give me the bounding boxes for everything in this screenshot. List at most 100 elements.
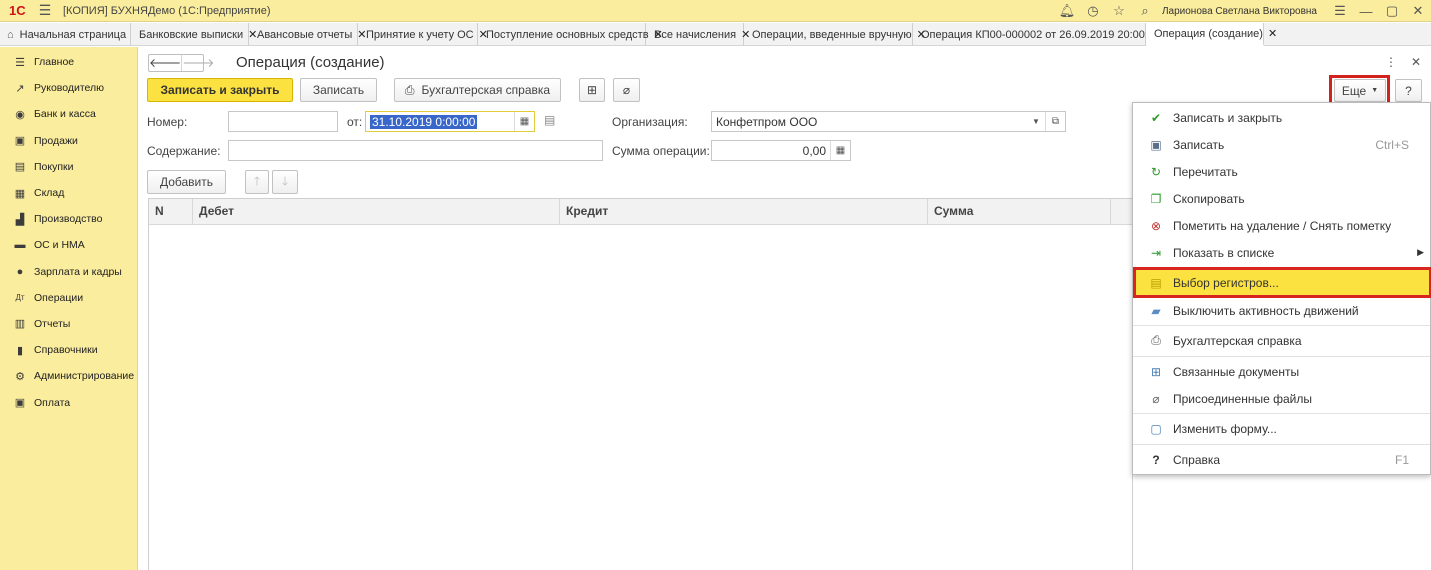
- entries-table: N Дебет Кредит Сумма: [148, 198, 1133, 570]
- sidebar-item-sales[interactable]: ▣ Продажи: [0, 128, 137, 154]
- sidebar-item-manager[interactable]: ↗ Руководителю: [0, 75, 137, 101]
- tab-all-accruals[interactable]: Все начисления ✕: [646, 23, 750, 46]
- save-button[interactable]: Записать: [300, 78, 377, 102]
- menu-divider: [1133, 413, 1430, 414]
- history-icon[interactable]: ◷: [1080, 3, 1106, 19]
- payment-icon: ▣: [14, 397, 26, 410]
- calendar-icon[interactable]: ▦: [514, 112, 534, 131]
- column-debit[interactable]: Дебет: [193, 199, 560, 224]
- list-icon: ☰: [15, 56, 25, 69]
- menu-item-help[interactable]: ? Справка F1: [1133, 446, 1430, 473]
- date-field[interactable]: 31.10.2019 0:00:00 ▦: [365, 111, 535, 132]
- structure-button[interactable]: ⊞: [579, 78, 605, 102]
- arrow-up-icon: 🡑: [253, 173, 261, 188]
- more-vertical-icon[interactable]: ⋮: [1385, 55, 1397, 69]
- settings-icon[interactable]: ☰: [1327, 3, 1353, 19]
- save-and-close-button[interactable]: Записать и закрыть: [147, 78, 293, 102]
- minimize-icon[interactable]: —: [1353, 4, 1379, 19]
- forward-arrow-icon[interactable]: 🡒: [181, 55, 214, 71]
- menu-item-mark-delete[interactable]: ⊗ Пометить на удаление / Снять пометку: [1133, 212, 1430, 239]
- maximize-icon[interactable]: ▢: [1379, 3, 1405, 19]
- add-row-button[interactable]: Добавить: [147, 170, 226, 194]
- number-field[interactable]: [228, 111, 338, 132]
- content-label: Содержание:: [147, 144, 221, 158]
- mark-delete-icon: ⊗: [1150, 218, 1162, 233]
- tab-manual-operations[interactable]: Операции, введенные вручную ✕: [744, 23, 926, 46]
- star-icon[interactable]: ☆: [1106, 3, 1132, 19]
- menu-item-accounting-report[interactable]: ⎙ Бухгалтерская справка: [1133, 327, 1430, 354]
- back-arrow-icon[interactable]: 🡐: [149, 55, 181, 71]
- user-name[interactable]: Ларионова Светлана Викторовна: [1162, 6, 1317, 17]
- arrow-down-icon: 🡓: [281, 173, 289, 188]
- tab-bank-statements[interactable]: Банковские выписки ✕: [131, 23, 257, 46]
- search-icon[interactable]: ⌕: [1132, 3, 1158, 19]
- sidebar-item-operations[interactable]: Дт Операции: [0, 285, 137, 311]
- tab-fixed-asset-receipt[interactable]: Поступление основных средств ✕: [478, 23, 663, 46]
- menu-item-deactivate-movements[interactable]: ▰ Выключить активность движений: [1133, 297, 1430, 324]
- sidebar-item-production[interactable]: ▟ Производство: [0, 206, 137, 232]
- close-icon[interactable]: ✕: [1405, 3, 1431, 19]
- truck-icon: ▬: [14, 239, 26, 252]
- organization-label: Организация:: [612, 115, 688, 129]
- date-label: от:: [347, 115, 363, 129]
- close-form-icon[interactable]: ✕: [1411, 55, 1421, 69]
- attach-files-button[interactable]: ⌀: [613, 78, 640, 102]
- form-settings-icon: ▢: [1150, 421, 1162, 436]
- main-menu-icon[interactable]: ☰: [33, 2, 57, 19]
- open-icon[interactable]: ⧉: [1045, 112, 1065, 131]
- tab-operation-kp00-000002[interactable]: Операция КП00-000002 от 26.09.2019 20:00…: [913, 23, 1174, 46]
- save-icon: ▣: [1150, 137, 1162, 152]
- submenu-arrow-icon: ▶: [1417, 247, 1424, 257]
- content-field[interactable]: [228, 140, 603, 161]
- sidebar-item-warehouse[interactable]: ▦ Склад: [0, 180, 137, 206]
- menu-item-select-registers[interactable]: ▤ Выбор регистров...: [1133, 267, 1431, 298]
- menu-divider: [1133, 325, 1430, 326]
- move-down-button[interactable]: 🡓: [272, 170, 298, 194]
- registers-icon: ▤: [1150, 275, 1162, 290]
- tab-operation-create[interactable]: Операция (создание) ✕: [1146, 23, 1277, 46]
- sidebar-item-payment[interactable]: ▣ Оплата: [0, 389, 137, 415]
- menu-item-attached-files[interactable]: ⌀ Присоединенные файлы: [1133, 385, 1430, 412]
- menu-item-show-in-list[interactable]: ⇥ Показать в списке ▶: [1133, 239, 1430, 266]
- print-icon: ⎙: [1151, 333, 1161, 347]
- app-title: [КОПИЯ] БУХНЯДемо (1С:Предприятие): [63, 4, 271, 17]
- accounting-report-button[interactable]: ⎙ Бухгалтерская справка: [394, 78, 561, 102]
- menu-item-related-docs[interactable]: ⊞ Связанные документы: [1133, 358, 1430, 385]
- tab-fixed-asset-acceptance[interactable]: Принятие к учету ОС ✕: [358, 23, 488, 46]
- menu-item-copy[interactable]: ❐ Скопировать: [1133, 185, 1430, 212]
- column-sum[interactable]: Сумма: [928, 199, 1111, 224]
- bell-icon[interactable]: 🔔︎: [1054, 3, 1080, 19]
- menu-item-save-close[interactable]: ✔ Записать и закрыть: [1133, 104, 1430, 131]
- sidebar-item-administration[interactable]: ⚙ Администрирование: [0, 363, 137, 389]
- sidebar-item-purchases[interactable]: ▤ Покупки: [0, 154, 137, 180]
- sidebar-item-salary-hr[interactable]: ● Зарплата и кадры: [0, 259, 137, 285]
- tab-advance-reports[interactable]: Авансовые отчеты ✕: [249, 23, 366, 46]
- sidebar-item-fixed-assets[interactable]: ▬ ОС и НМА: [0, 232, 137, 258]
- move-up-button[interactable]: 🡑: [245, 170, 269, 194]
- save-close-icon: ✔: [1150, 110, 1162, 125]
- column-credit[interactable]: Кредит: [560, 199, 928, 224]
- menu-item-save[interactable]: ▣ Записать Ctrl+S: [1133, 131, 1430, 158]
- sidebar-item-reports[interactable]: ▥ Отчеты: [0, 311, 137, 337]
- tab-home[interactable]: ⌂ Начальная страница: [0, 23, 131, 46]
- book-icon: ▮: [16, 344, 24, 357]
- help-icon: ?: [1152, 452, 1160, 467]
- column-n[interactable]: N: [149, 199, 193, 224]
- home-icon: ⌂: [7, 28, 14, 41]
- sidebar-item-main[interactable]: ☰ Главное: [0, 49, 137, 75]
- table-header: N Дебет Кредит Сумма: [149, 199, 1132, 225]
- organization-field[interactable]: Конфетпром ООО ▼ ⧉: [711, 111, 1066, 132]
- notes-icon[interactable]: ▤: [544, 113, 555, 127]
- help-button[interactable]: ?: [1395, 79, 1422, 102]
- sum-label: Сумма операции:: [612, 144, 710, 158]
- dropdown-icon[interactable]: ▼: [1027, 112, 1045, 131]
- sidebar-item-bank-cash[interactable]: ◉ Банк и касса: [0, 101, 137, 127]
- calculator-icon[interactable]: ▦: [830, 141, 850, 160]
- menu-item-change-form[interactable]: ▢ Изменить форму...: [1133, 415, 1430, 442]
- close-tab-icon[interactable]: ✕: [1268, 27, 1277, 40]
- sum-field[interactable]: 0,00 ▦: [711, 140, 851, 161]
- menu-divider: [1133, 356, 1430, 357]
- sidebar-item-references[interactable]: ▮ Справочники: [0, 337, 137, 363]
- gear-icon: ⚙: [15, 370, 25, 383]
- menu-item-reread[interactable]: ↻ Перечитать: [1133, 158, 1430, 185]
